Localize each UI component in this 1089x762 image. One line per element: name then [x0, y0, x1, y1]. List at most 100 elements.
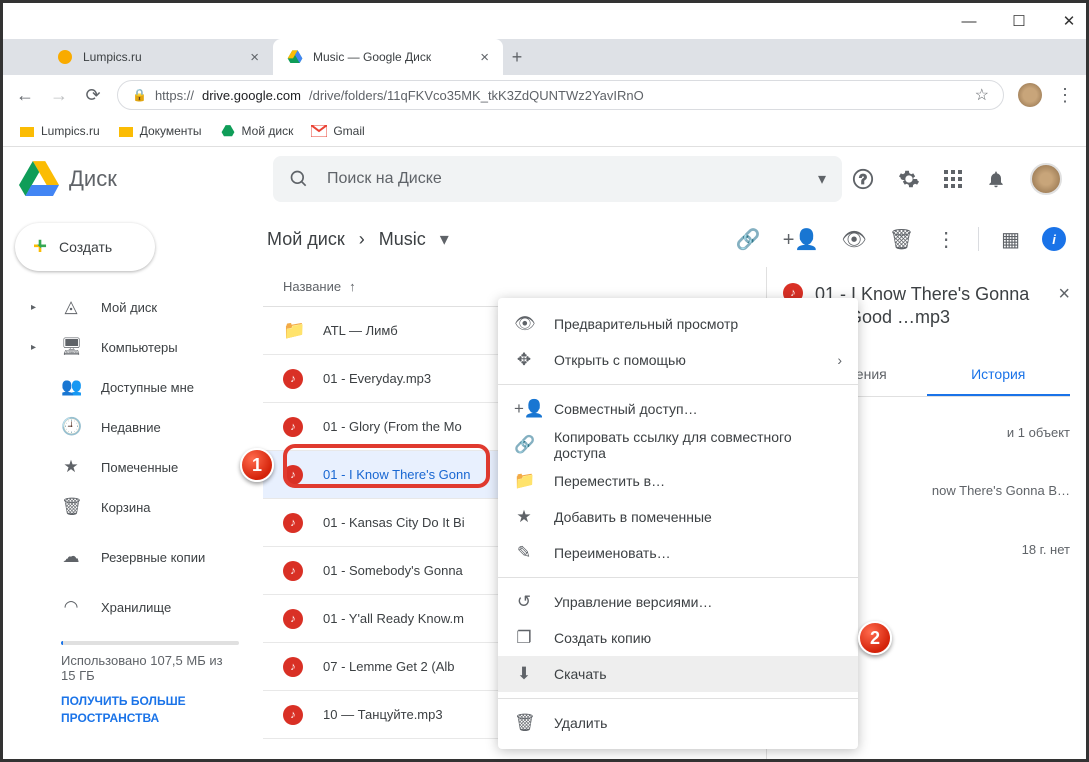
- grid-view-icon[interactable]: ▦: [1001, 227, 1020, 252]
- drive-logo[interactable]: Диск: [19, 159, 263, 199]
- bookmark-lumpics[interactable]: Lumpics.ru: [19, 123, 100, 139]
- sort-arrow-icon: ↑: [349, 279, 356, 294]
- notifications-bell-icon[interactable]: [986, 169, 1006, 189]
- delete-icon[interactable]: 🗑: [889, 227, 914, 252]
- sidebar-item-computers[interactable]: ▸🖥Компьютеры: [15, 327, 263, 367]
- browser-menu-button[interactable]: ⋮: [1056, 85, 1074, 106]
- ctx-copy-link[interactable]: 🔗Копировать ссылку для совместного досту…: [498, 427, 858, 463]
- browser-tab-strip: Lumpics.ru × Music — Google Диск × +: [3, 39, 1086, 75]
- recent-icon: 🕘: [61, 417, 81, 437]
- ctx-open-with[interactable]: ✥Открыть с помощью›: [498, 342, 858, 378]
- column-name: Название: [283, 279, 341, 294]
- trash-icon: 🗑: [61, 497, 81, 517]
- ctx-versions[interactable]: ↺Управление версиями…: [498, 584, 858, 620]
- audio-icon: ♪: [283, 561, 303, 581]
- chevron-right-icon[interactable]: ▸: [31, 302, 41, 313]
- bookmark-mydrive[interactable]: Мой диск: [220, 123, 294, 139]
- preview-icon[interactable]: 👁: [841, 227, 866, 252]
- folder-icon: [19, 123, 35, 139]
- bookmark-gmail[interactable]: Gmail: [311, 123, 364, 139]
- sidebar-item-recent[interactable]: 🕘Недавние: [15, 407, 263, 447]
- chevron-down-icon[interactable]: ▾: [440, 229, 449, 250]
- search-dropdown-icon[interactable]: ▾: [818, 169, 826, 189]
- breadcrumb-root[interactable]: Мой диск: [267, 229, 345, 250]
- storage-upgrade-link[interactable]: ПОЛУЧИТЬ БОЛЬШЕ ПРОСТРАНСТВА: [61, 693, 239, 727]
- storage-info: Использовано 107,5 МБ из 15 ГБ ПОЛУЧИТЬ …: [15, 627, 263, 727]
- help-icon[interactable]: ?: [852, 168, 874, 190]
- audio-icon: ♪: [283, 417, 303, 437]
- drive-favicon: [287, 49, 303, 65]
- search-placeholder: Поиск на Диске: [327, 170, 800, 188]
- info-button[interactable]: i: [1042, 227, 1066, 251]
- drive-logo-text: Диск: [69, 166, 117, 192]
- more-actions-icon[interactable]: ⋮: [936, 227, 956, 252]
- close-window-button[interactable]: ✕: [1062, 14, 1076, 28]
- get-link-icon[interactable]: 🔗: [736, 227, 761, 252]
- divider: [978, 227, 979, 251]
- drive-logo-icon: [19, 159, 59, 199]
- address-bar[interactable]: 🔒 https://drive.google.com/drive/folders…: [117, 80, 1004, 110]
- ctx-move[interactable]: 📁Переместить в…: [498, 463, 858, 499]
- reload-button[interactable]: ⟳: [83, 85, 103, 106]
- new-tab-button[interactable]: +: [503, 47, 531, 68]
- download-icon: ⬇: [514, 664, 534, 684]
- ctx-download[interactable]: ⬇Скачать: [498, 656, 858, 692]
- storage-bar: [61, 641, 239, 645]
- ctx-share[interactable]: +👤Совместный доступ…: [498, 391, 858, 427]
- ctx-copy[interactable]: ❐Создать копию: [498, 620, 858, 656]
- account-avatar[interactable]: [1030, 163, 1062, 195]
- sidebar-item-mydrive[interactable]: ▸◬Мой диск: [15, 287, 263, 327]
- sidebar-item-shared[interactable]: 👥Доступные мне: [15, 367, 263, 407]
- browser-tab-drive[interactable]: Music — Google Диск ×: [273, 39, 503, 75]
- history-icon: ↺: [514, 592, 534, 612]
- sidebar: + Создать ▸◬Мой диск ▸🖥Компьютеры 👥Досту…: [3, 211, 263, 759]
- breadcrumb-current[interactable]: Music: [379, 229, 426, 250]
- chevron-right-icon: ›: [837, 352, 842, 368]
- profile-avatar-small[interactable]: [1018, 83, 1042, 107]
- sidebar-item-trash[interactable]: 🗑Корзина: [15, 487, 263, 527]
- close-panel-icon[interactable]: ×: [1058, 283, 1070, 306]
- drive-header: Диск Поиск на Диске ▾ ?: [3, 147, 1086, 211]
- search-bar[interactable]: Поиск на Диске ▾: [273, 156, 842, 202]
- tab-activity[interactable]: История: [927, 354, 1071, 396]
- apps-grid-icon[interactable]: [944, 170, 962, 188]
- folder-icon: [118, 123, 134, 139]
- chevron-right-icon[interactable]: ▸: [31, 342, 41, 353]
- minimize-button[interactable]: —: [962, 14, 976, 28]
- search-icon: [289, 169, 309, 189]
- create-button[interactable]: + Создать: [15, 223, 155, 271]
- close-tab-icon[interactable]: ×: [480, 49, 489, 66]
- ctx-rename[interactable]: ✎Переименовать…: [498, 535, 858, 571]
- bookmarks-bar: Lumpics.ru Документы Мой диск Gmail: [3, 115, 1086, 147]
- bookmark-star-icon[interactable]: ☆: [975, 85, 989, 105]
- person-add-icon: +👤: [514, 399, 534, 419]
- tab-title: Music — Google Диск: [313, 50, 431, 64]
- bookmark-documents[interactable]: Документы: [118, 123, 202, 139]
- forward-button[interactable]: →: [49, 85, 69, 106]
- separator: [498, 698, 858, 699]
- svg-text:?: ?: [859, 172, 866, 187]
- star-icon: ★: [514, 507, 534, 527]
- folder-icon: 📁: [283, 320, 303, 341]
- settings-gear-icon[interactable]: [898, 168, 920, 190]
- separator: [498, 577, 858, 578]
- url-protocol: https://: [155, 88, 194, 103]
- browser-tab-lumpics[interactable]: Lumpics.ru ×: [43, 39, 273, 75]
- sidebar-item-storage[interactable]: ◠Хранилище: [15, 587, 263, 627]
- close-tab-icon[interactable]: ×: [250, 49, 259, 66]
- share-icon[interactable]: +👤: [783, 227, 820, 252]
- separator: [498, 384, 858, 385]
- address-bar-row: ← → ⟳ 🔒 https://drive.google.com/drive/f…: [3, 75, 1086, 115]
- maximize-button[interactable]: ☐: [1012, 14, 1026, 28]
- ctx-star[interactable]: ★Добавить в помеченные: [498, 499, 858, 535]
- gmail-icon: [311, 123, 327, 139]
- ctx-preview[interactable]: 👁Предварительный просмотр: [498, 306, 858, 342]
- sidebar-item-backups[interactable]: ☁Резервные копии: [15, 537, 263, 577]
- eye-icon: 👁: [514, 314, 534, 334]
- open-with-icon: ✥: [514, 350, 534, 370]
- sidebar-item-starred[interactable]: ★Помеченные: [15, 447, 263, 487]
- url-host: drive.google.com: [202, 88, 301, 103]
- lock-icon: 🔒: [132, 88, 147, 102]
- ctx-delete[interactable]: 🗑Удалить: [498, 705, 858, 741]
- back-button[interactable]: ←: [15, 85, 35, 106]
